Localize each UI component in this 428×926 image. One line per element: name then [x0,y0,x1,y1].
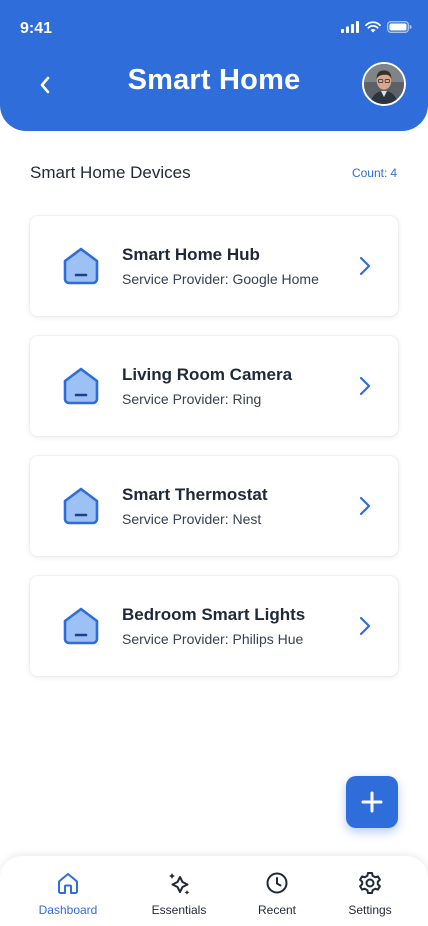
chevron-right-icon [359,616,371,636]
avatar[interactable] [362,62,406,106]
nav-item-dashboard[interactable]: Dashboard [23,870,113,917]
device-card[interactable]: Smart Home Hub Service Provider: Google H… [30,216,398,316]
nav-item-recent[interactable]: Recent [232,870,322,917]
device-name: Living Room Camera [122,365,293,384]
device-provider: Service Provider: Google Home [122,271,319,287]
count-label: Count: [351,166,388,180]
home-icon [58,873,78,894]
nav-label-essentials: Essentials [151,903,207,917]
chevron-right-icon [359,256,371,276]
chevron-right-icon [359,496,371,516]
count-value: 4 [390,166,397,180]
gear-icon [359,872,381,894]
signal-icon [341,21,359,33]
app-header: 9:41 Smart Home [0,0,428,131]
nav-item-essentials[interactable]: Essentials [134,870,224,917]
device-home-icon [63,607,99,645]
device-provider: Service Provider: Ring [122,391,262,407]
device-name: Smart Home Hub [122,245,260,264]
profile-photo [364,64,404,104]
bottom-nav: Dashboard Essentials Recent Settings [0,856,428,926]
device-home-icon [63,247,99,285]
nav-label-dashboard: Dashboard [38,903,98,917]
device-card[interactable]: Smart Thermostat Service Provider: Nest [30,456,398,556]
device-home-icon [63,367,99,405]
add-device-button[interactable] [346,776,398,828]
battery-icon [387,21,412,33]
chevron-right-icon [359,376,371,396]
device-provider: Service Provider: Philips Hue [122,631,304,647]
device-count: Count: 4 [352,166,397,180]
section-title: Smart Home Devices [30,163,191,182]
device-name: Bedroom Smart Lights [122,605,306,624]
sparkle-icon [169,873,190,895]
device-card[interactable]: Bedroom Smart Lights Service Provider: Ph… [30,576,398,676]
wifi-icon [365,21,381,33]
device-provider: Service Provider: Nest [122,511,262,527]
status-bar: 9:41 [0,0,428,56]
clock-icon [266,872,288,894]
nav-label-settings: Settings [348,903,392,917]
device-name: Smart Thermostat [122,485,268,504]
plus-icon [361,791,383,813]
nav-item-settings[interactable]: Settings [325,870,415,917]
device-card[interactable]: Living Room Camera Service Provider: Ring [30,336,398,436]
device-home-icon [63,487,99,525]
nav-label-recent: Recent [257,903,297,917]
status-icons [341,21,412,33]
status-time: 9:41 [20,20,53,37]
